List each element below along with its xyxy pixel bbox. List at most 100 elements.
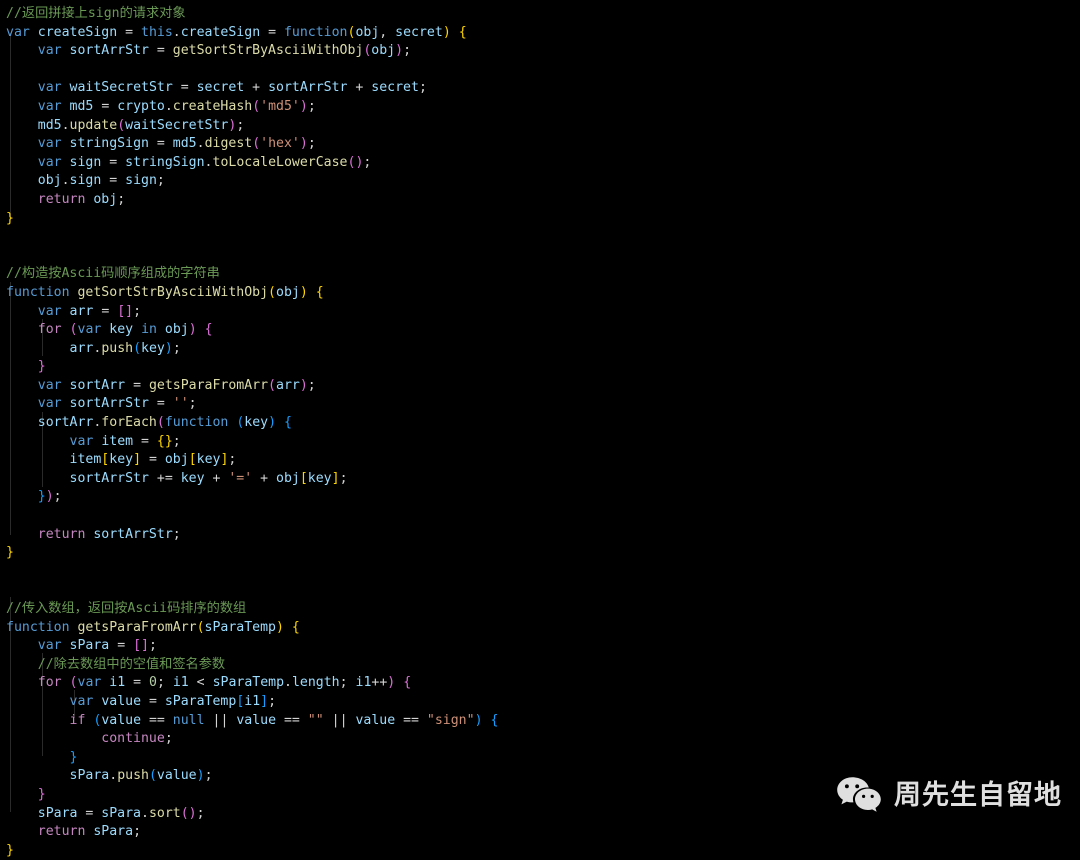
- code-line[interactable]: var sortArrStr = getSortStrByAsciiWithOb…: [6, 42, 1080, 61]
- code-line[interactable]: item[key] = obj[key];: [6, 451, 1080, 470]
- code-token: =: [117, 24, 142, 40]
- code-token: ;: [339, 675, 356, 691]
- code-token: ): [442, 24, 451, 40]
- code-line[interactable]: //传入数组，返回按Ascii码排序的数组: [6, 600, 1080, 619]
- code-token: {}: [156, 433, 173, 449]
- code-line[interactable]: var value = sParaTemp[i1];: [6, 693, 1080, 712]
- code-line[interactable]: arr.push(key);: [6, 340, 1080, 359]
- code-token: }: [6, 545, 14, 561]
- code-token: +: [252, 470, 277, 486]
- code-token: (: [156, 415, 165, 431]
- code-line[interactable]: function getsParaFromArr(sParaTemp) {: [6, 619, 1080, 638]
- code-token: ): [299, 284, 308, 300]
- code-token: //返回拼接上sign的请求对象: [6, 6, 186, 21]
- code-line[interactable]: [6, 581, 1080, 600]
- code-line[interactable]: return sPara;: [6, 823, 1080, 842]
- code-line[interactable]: for (var i1 = 0; i1 < sParaTemp.length; …: [6, 674, 1080, 693]
- code-line[interactable]: return obj;: [6, 191, 1080, 210]
- code-token: obj: [276, 284, 300, 300]
- code-token: var: [37, 377, 62, 393]
- code-token: var: [37, 80, 62, 96]
- code-token: var: [37, 638, 62, 654]
- code-token: =: [101, 154, 126, 170]
- code-token: for: [37, 675, 62, 691]
- code-line[interactable]: if (value == null || value == "" || valu…: [6, 712, 1080, 731]
- code-token: waitSecretStr: [69, 80, 173, 96]
- code-line[interactable]: //构造按Ascii码顺序组成的字符串: [6, 265, 1080, 284]
- code-token: ): [164, 340, 173, 356]
- code-line[interactable]: var createSign = this.createSign = funct…: [6, 24, 1080, 43]
- code-line[interactable]: return sortArrStr;: [6, 526, 1080, 545]
- code-token: var: [37, 136, 62, 152]
- code-line[interactable]: [6, 563, 1080, 582]
- code-line[interactable]: var sortArr = getsParaFromArr(arr);: [6, 377, 1080, 396]
- code-line[interactable]: var arr = [];: [6, 303, 1080, 322]
- code-line[interactable]: var md5 = crypto.createHash('md5');: [6, 98, 1080, 117]
- code-token: sPara: [37, 805, 78, 821]
- code-line[interactable]: [6, 228, 1080, 247]
- code-line[interactable]: var sPara = [];: [6, 637, 1080, 656]
- code-line[interactable]: }: [6, 544, 1080, 563]
- code-line[interactable]: sortArrStr += key + '=' + obj[key];: [6, 470, 1080, 489]
- code-line[interactable]: [6, 247, 1080, 266]
- code-token: ]: [133, 452, 142, 468]
- code-token: =: [148, 396, 173, 412]
- code-token: sPara: [93, 824, 134, 840]
- code-token: key: [180, 470, 205, 486]
- code-token: //除去数组中的空值和签名参数: [37, 656, 226, 672]
- code-token: ;: [164, 731, 173, 747]
- code-line[interactable]: continue;: [6, 730, 1080, 749]
- code-line[interactable]: });: [6, 488, 1080, 507]
- code-token: (: [268, 284, 276, 300]
- code-line[interactable]: [6, 61, 1080, 80]
- code-token: ;: [148, 638, 157, 654]
- code-token: +: [204, 470, 229, 486]
- code-line[interactable]: }: [6, 749, 1080, 768]
- code-token: i1: [355, 675, 372, 691]
- code-line[interactable]: //除去数组中的空值和签名参数: [6, 656, 1080, 675]
- code-token: ;: [204, 768, 213, 784]
- code-line[interactable]: }: [6, 842, 1080, 860]
- code-content[interactable]: //返回拼接上sign的请求对象 var createSign = this.cr…: [0, 5, 1080, 860]
- code-line[interactable]: //返回拼接上sign的请求对象: [6, 5, 1080, 24]
- code-line[interactable]: function getSortStrByAsciiWithObj(obj) {: [6, 284, 1080, 303]
- code-line[interactable]: var waitSecretStr = secret + sortArrStr …: [6, 79, 1080, 98]
- code-token: getsParaFromArr: [148, 377, 269, 393]
- code-token: sort: [148, 805, 181, 821]
- code-token: ): [45, 489, 54, 505]
- code-token: var: [6, 24, 30, 40]
- code-token: obj: [164, 322, 189, 338]
- code-line[interactable]: var stringSign = md5.digest('hex');: [6, 135, 1080, 154]
- code-token: ;: [172, 526, 181, 542]
- code-token: createHash: [172, 98, 253, 114]
- code-line[interactable]: var sortArrStr = '';: [6, 395, 1080, 414]
- code-token: var: [37, 43, 62, 59]
- code-line[interactable]: var item = {};: [6, 433, 1080, 452]
- code-line[interactable]: [6, 507, 1080, 526]
- code-token: push: [117, 768, 149, 784]
- code-line[interactable]: for (var key in obj) {: [6, 321, 1080, 340]
- code-line[interactable]: obj.sign = sign;: [6, 172, 1080, 191]
- code-line[interactable]: md5.update(waitSecretStr);: [6, 117, 1080, 136]
- code-line[interactable]: }: [6, 210, 1080, 229]
- code-token: []: [117, 303, 134, 319]
- code-token: update: [69, 117, 118, 133]
- code-token: +: [347, 80, 372, 96]
- code-token: }: [37, 489, 46, 505]
- code-line[interactable]: var sign = stringSign.toLocaleLowerCase(…: [6, 154, 1080, 173]
- code-token: return: [37, 526, 86, 542]
- code-line[interactable]: sortArr.forEach(function (key) {: [6, 414, 1080, 433]
- code-line[interactable]: }: [6, 358, 1080, 377]
